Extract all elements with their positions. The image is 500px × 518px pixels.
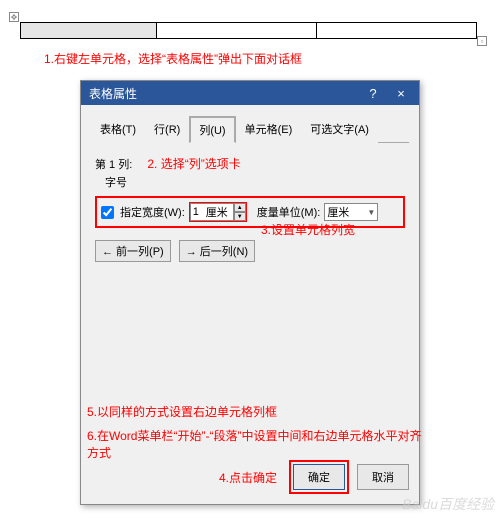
- close-button[interactable]: ×: [387, 81, 415, 105]
- chevron-down-icon: ▼: [234, 212, 246, 221]
- annotation-3: 3.设置单元格列宽: [261, 221, 355, 238]
- dialog-title: 表格属性: [89, 85, 137, 102]
- table-move-handle[interactable]: ✥: [9, 12, 19, 22]
- ok-button[interactable]: 确定: [293, 464, 345, 490]
- help-button[interactable]: ?: [359, 81, 387, 105]
- cancel-button[interactable]: 取消: [357, 464, 409, 490]
- tab-alttext[interactable]: 可选文字(A): [301, 116, 378, 143]
- tab-cell[interactable]: 单元格(E): [236, 116, 302, 143]
- chevron-down-icon: ▼: [367, 208, 375, 217]
- watermark: Baidu百度经验: [402, 494, 494, 514]
- word-table[interactable]: [20, 22, 477, 39]
- table-row: [21, 23, 477, 39]
- width-spinner[interactable]: ▲▼: [234, 203, 246, 221]
- annotation-4: 4.点击确定: [219, 469, 277, 486]
- width-unit: 厘米: [204, 203, 234, 221]
- table-cell[interactable]: [21, 23, 157, 39]
- tab-strip: 表格(T) 行(R) 列(U) 单元格(E) 可选文字(A): [91, 115, 409, 143]
- prev-column-button[interactable]: ← 前一列(P): [95, 240, 171, 262]
- annotation-5: 5.以同样的方式设置右边单元格列框: [87, 403, 277, 420]
- specify-width-label: 指定宽度(W):: [120, 204, 185, 220]
- tab-row[interactable]: 行(R): [145, 116, 189, 143]
- size-label: 字号: [105, 174, 405, 190]
- width-row: 指定宽度(W): 厘米 ▲▼ 度量单位(M): 厘米 ▼: [95, 196, 405, 228]
- annotation-1: 1.右键左单元格，选择“表格属性”弹出下面对话框: [44, 50, 302, 67]
- annotation-2: 2. 选择“列”选项卡: [147, 157, 240, 171]
- table-resize-handle[interactable]: ▫: [477, 36, 487, 46]
- specify-width-checkbox[interactable]: [101, 206, 114, 219]
- tab-column[interactable]: 列(U): [189, 116, 235, 143]
- dialog-footer: 4.点击确定 确定 取消: [219, 460, 409, 494]
- table-properties-dialog: 表格属性 ? × 表格(T) 行(R) 列(U) 单元格(E) 可选文字(A) …: [80, 80, 420, 505]
- measure-label: 度量单位(M):: [257, 204, 321, 220]
- width-input[interactable]: [190, 203, 204, 221]
- table-cell[interactable]: [317, 23, 477, 39]
- chevron-up-icon: ▲: [234, 203, 246, 212]
- measure-unit-select[interactable]: 厘米 ▼: [324, 203, 378, 221]
- next-column-button[interactable]: → 后一列(N): [179, 240, 255, 262]
- column-header: 第 1 列:: [95, 159, 132, 171]
- tab-table[interactable]: 表格(T): [91, 116, 145, 143]
- dialog-titlebar[interactable]: 表格属性 ? ×: [81, 81, 419, 105]
- table-cell[interactable]: [157, 23, 317, 39]
- tab-content: 第 1 列: 2. 选择“列”选项卡 字号 指定宽度(W): 厘米 ▲▼ 度量单…: [81, 143, 419, 483]
- annotation-6: 6.在Word菜单栏“开始”-“段落”中设置中间和右边单元格水平对齐方式: [87, 427, 427, 461]
